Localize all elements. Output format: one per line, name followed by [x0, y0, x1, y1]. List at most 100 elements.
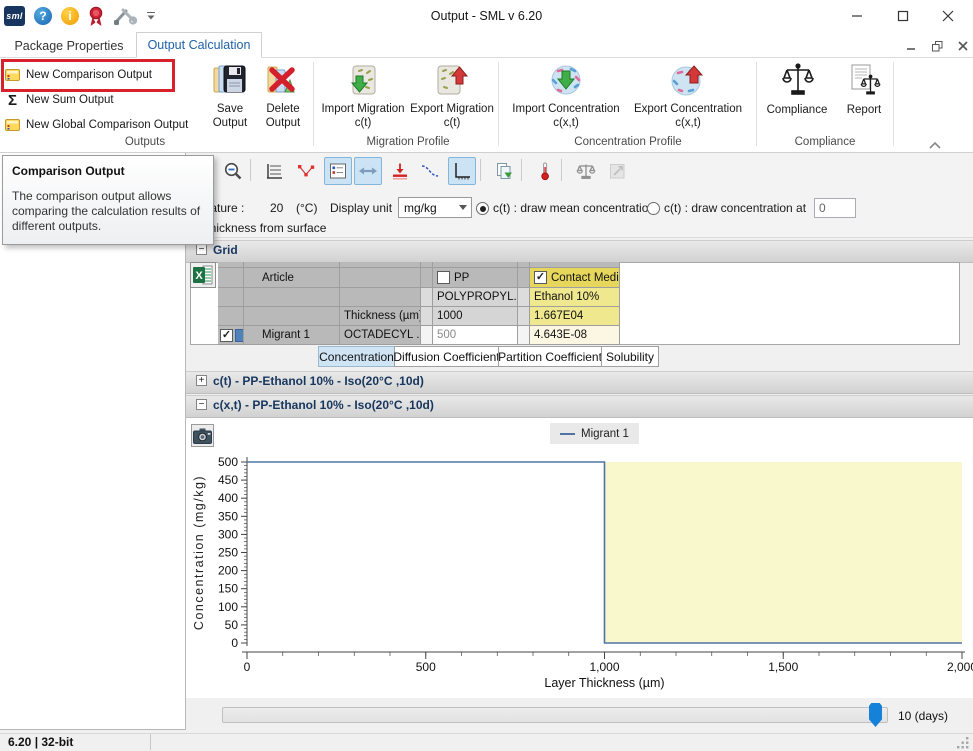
display-unit-select[interactable]: mg/kg — [398, 197, 472, 218]
customize-toolbar-dropdown[interactable] — [146, 11, 156, 21]
display-unit-label: Display unit — [330, 201, 392, 215]
quick-access-toolbar: sml ? i — [4, 5, 156, 27]
tab-concentration[interactable]: Concentration — [318, 346, 395, 367]
document-close-button[interactable] — [952, 38, 973, 54]
compliance-button[interactable] — [781, 62, 815, 103]
help-icon[interactable]: ? — [34, 7, 52, 25]
contact-value-cell[interactable]: 4.643E-08 — [530, 326, 620, 345]
close-icon — [942, 10, 954, 22]
delete-output-button[interactable] — [263, 62, 301, 103]
x-axis-title: Layer Thickness (µm) — [544, 676, 664, 690]
minimize-icon — [851, 10, 863, 22]
balance-icon — [576, 161, 596, 181]
fit-width-button[interactable] — [354, 157, 382, 185]
resize-grip[interactable] — [957, 736, 970, 751]
export-migration-button[interactable] — [434, 63, 470, 104]
migrant-select-cell[interactable]: ✓ — [218, 326, 244, 345]
save-output-button[interactable] — [212, 62, 248, 103]
migrant-color-swatch[interactable] — [235, 329, 244, 342]
chart-snapshot-button[interactable] — [191, 424, 214, 447]
x-tick-label: 0 — [244, 660, 251, 674]
license-ribbon-icon[interactable] — [88, 6, 104, 27]
toolbar-separator — [250, 159, 251, 181]
compliance-check-button[interactable] — [572, 157, 600, 185]
export-to-excel-button[interactable]: X — [190, 262, 216, 288]
gridlines-button[interactable] — [260, 157, 288, 185]
import-concentration-button[interactable] — [548, 63, 584, 104]
legend-series-label: Migrant 1 — [581, 428, 629, 440]
horizontal-arrows-icon — [358, 161, 378, 181]
limit-line-icon — [390, 161, 410, 181]
tab-package-properties[interactable]: Package Properties — [10, 33, 128, 58]
document-minimize-button[interactable] — [900, 38, 922, 54]
tab-output-calculation[interactable]: Output Calculation — [136, 32, 262, 58]
smooth-curve-button[interactable] — [416, 157, 444, 185]
radio-draw-mean-concentration[interactable] — [476, 202, 489, 215]
pp-header-cell[interactable]: PP — [433, 268, 518, 288]
app-logo-icon[interactable]: sml — [4, 6, 25, 26]
report-label: Report — [841, 103, 887, 117]
grid-section-title: Grid — [213, 243, 238, 257]
zoom-out-button[interactable] — [219, 157, 247, 185]
export-chart-button-disabled[interactable] — [604, 157, 632, 185]
y-tick-label: 200 — [218, 564, 238, 578]
time-slider-value: 10 (days) — [898, 709, 948, 723]
time-slider-thumb[interactable] — [869, 703, 882, 727]
migrant-name-cell: Migrant 1 — [244, 326, 340, 345]
migrant-checkbox[interactable]: ✓ — [220, 329, 233, 342]
document-restore-button[interactable] — [926, 38, 948, 54]
close-icon — [958, 41, 968, 51]
pp-checkbox[interactable] — [437, 271, 450, 284]
axes-toggle-button[interactable] — [448, 157, 476, 185]
table-cell — [518, 268, 530, 288]
contact-name-cell[interactable]: Ethanol 10% — [530, 288, 620, 307]
close-button[interactable] — [926, 0, 970, 32]
legend-icon — [328, 161, 348, 181]
contact-medium-header-cell[interactable]: ✓Contact Medi... — [530, 268, 620, 288]
export-concentration-button[interactable] — [670, 63, 706, 104]
delete-icon — [263, 62, 301, 98]
import-migration-icon — [345, 63, 381, 99]
contact-medium-checkbox[interactable]: ✓ — [534, 271, 547, 284]
minimize-button[interactable] — [835, 0, 879, 32]
info-icon[interactable]: i — [61, 7, 79, 25]
legend-toggle-button[interactable] — [324, 157, 352, 185]
report-button[interactable] — [847, 62, 881, 103]
zoom-out-icon — [223, 161, 243, 181]
tab-diffusion-coefficient[interactable]: Diffusion Coefficient — [394, 346, 499, 367]
new-global-comparison-output-button[interactable]: New Global Comparison Output — [5, 113, 188, 137]
temperature-button[interactable] — [531, 157, 559, 185]
radio-draw-concentration-at[interactable] — [647, 202, 660, 215]
x-tick-label: 2,000 — [947, 660, 973, 674]
ct-expand-button[interactable]: + — [196, 375, 207, 386]
pp-thickness-cell[interactable]: 1000 — [433, 307, 518, 326]
compliance-label: Compliance — [763, 103, 831, 117]
settings-tools-icon[interactable] — [113, 7, 137, 26]
concentration-at-input[interactable] — [814, 198, 856, 218]
import-migration-button[interactable] — [345, 63, 381, 104]
maximize-button[interactable] — [881, 0, 925, 32]
limit-line-button[interactable] — [386, 157, 414, 185]
tab-partition-coefficient[interactable]: Partition Coefficient — [498, 346, 602, 367]
pp-material-cell[interactable]: POLYPROPYL... — [433, 288, 518, 307]
tools-icon — [113, 7, 137, 26]
contact-volume-cell[interactable]: 1.667E04 — [530, 307, 620, 326]
copy-chart-button[interactable] — [490, 157, 518, 185]
chevron-down-icon — [146, 11, 156, 21]
data-markers-button[interactable] — [292, 157, 320, 185]
table-cell — [421, 288, 433, 307]
import-concentration-label: Import Concentration c(x,t) — [507, 102, 625, 130]
y-tick-label: 400 — [218, 491, 238, 505]
time-slider-track[interactable] — [222, 707, 888, 723]
cxt-collapse-button[interactable]: − — [196, 399, 207, 410]
grid-section-header[interactable] — [186, 240, 973, 263]
y-axis-title: Concentration (mg/kg) — [192, 475, 206, 630]
ribbon-separator — [313, 62, 314, 146]
table-cell — [340, 268, 421, 288]
pp-concentration-cell[interactable]: 500 — [433, 326, 518, 345]
grid-collapse-button[interactable]: − — [196, 244, 207, 255]
tab-solubility[interactable]: Solubility — [601, 346, 659, 367]
export-concentration-label: Export Concentration c(x,t) — [629, 102, 747, 130]
version-status-text: 6.20 | 32-bit — [8, 735, 73, 749]
new-sum-output-label: New Sum Output — [26, 94, 114, 106]
